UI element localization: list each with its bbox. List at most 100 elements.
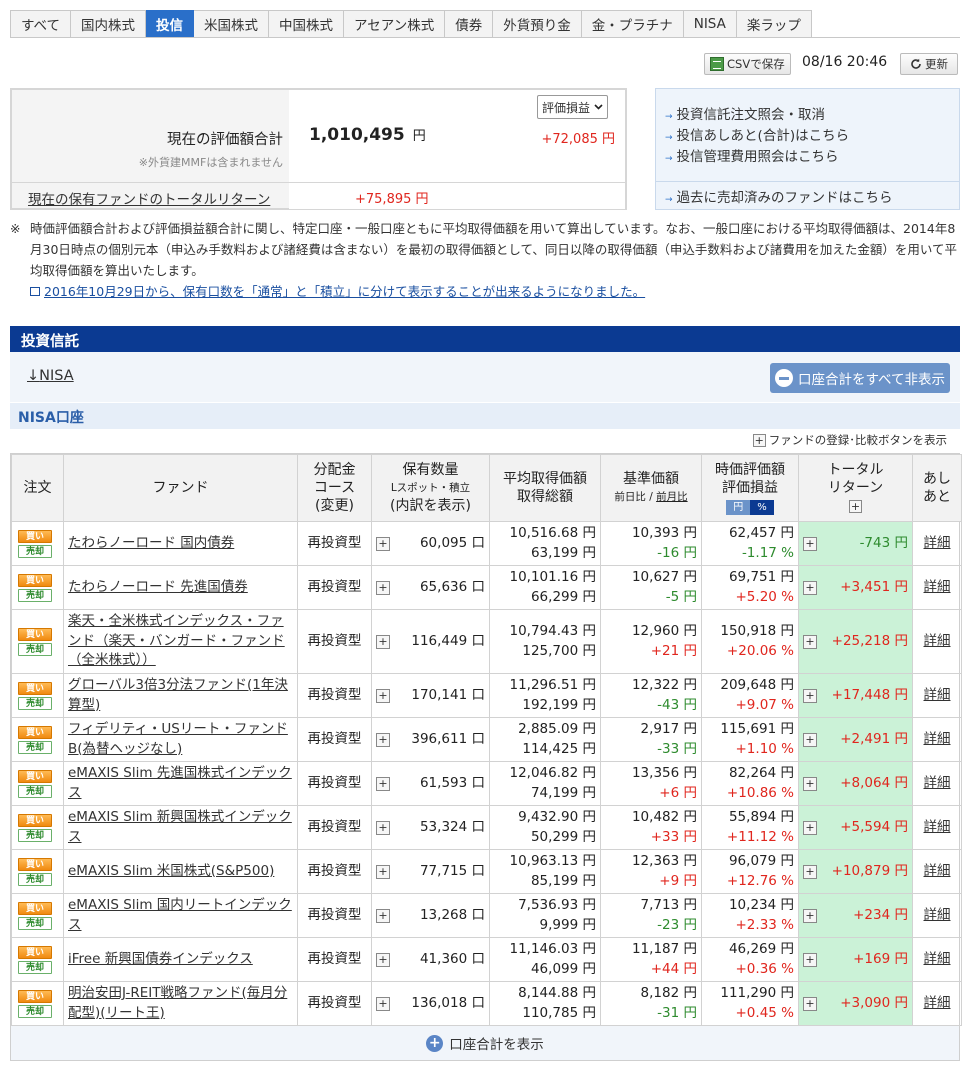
- sell-button[interactable]: 売却: [18, 916, 52, 930]
- expand-icon[interactable]: +: [803, 536, 817, 551]
- tab-7[interactable]: 外貨預り金: [493, 10, 582, 38]
- buy-button[interactable]: 買い: [18, 627, 52, 641]
- buy-button[interactable]: 買い: [18, 901, 52, 915]
- fund-name-link[interactable]: eMAXIS Slim 先進国株式インデックス: [68, 765, 292, 801]
- tab-4[interactable]: 中国株式: [269, 10, 345, 38]
- market-value-cell: 96,079 円 +12.76 %: [701, 849, 799, 894]
- expand-icon[interactable]: +: [376, 634, 390, 649]
- reload-button[interactable]: 更新: [900, 53, 958, 75]
- detail-link[interactable]: 詳細: [924, 819, 951, 835]
- expand-icon[interactable]: +: [376, 580, 390, 595]
- expand-icon[interactable]: +: [376, 908, 390, 923]
- expand-icon[interactable]: +: [803, 776, 817, 791]
- detail-link[interactable]: 詳細: [924, 951, 951, 967]
- expand-icon[interactable]: +: [376, 688, 390, 703]
- fund-register-toggle[interactable]: + ファンドの登録･比較ボタンを表示: [752, 432, 947, 448]
- fund-cell: たわらノーロード 国内債券: [63, 521, 298, 566]
- expand-icon[interactable]: +: [803, 688, 817, 703]
- detail-link[interactable]: 詳細: [924, 863, 951, 879]
- tab-3[interactable]: 米国株式: [194, 10, 270, 38]
- fee-inquiry-link[interactable]: → 投信管理費用照会はこちら: [665, 145, 839, 165]
- sell-button[interactable]: 売却: [18, 960, 52, 974]
- fund-name-link[interactable]: eMAXIS Slim 国内リートインデックス: [68, 897, 292, 933]
- expand-icon[interactable]: +: [803, 732, 817, 747]
- holding-split-link[interactable]: 2016年10月29日から、保有口数を「通常」と「積立」に分けて表示することが出…: [30, 281, 960, 302]
- tab-2[interactable]: 投信: [146, 10, 195, 38]
- tab-8[interactable]: 金・プラチナ: [581, 10, 684, 38]
- table-row: 買い 売却 eMAXIS Slim 新興国株式インデックス 再投資型 +53,3…: [11, 805, 962, 850]
- monthly-change-toggle[interactable]: 前月比: [656, 491, 688, 503]
- fund-name-link[interactable]: フィデリティ・USリート・ファンドB(為替ヘッジなし): [68, 721, 288, 757]
- total-valuation-label: 現在の評価額合計: [167, 132, 283, 148]
- fund-name-link[interactable]: グローバル3倍3分法ファンド(1年決算型): [68, 677, 288, 713]
- fund-name-link[interactable]: 楽天・全米株式インデックス・ファンド（楽天・バンガード・ファンド（全米株式））: [68, 613, 285, 668]
- fund-name-link[interactable]: たわらノーロード 先進国債券: [68, 579, 248, 595]
- fund-name-link[interactable]: eMAXIS Slim 新興国株式インデックス: [68, 809, 292, 845]
- buy-button[interactable]: 買い: [18, 725, 52, 739]
- sell-button[interactable]: 売却: [18, 544, 52, 558]
- expand-icon[interactable]: +: [803, 864, 817, 879]
- sell-button[interactable]: 売却: [18, 872, 52, 886]
- hide-all-totals-button[interactable]: 口座合計をすべて非表示: [770, 363, 950, 393]
- expand-icon[interactable]: +: [376, 820, 390, 835]
- detail-link[interactable]: 詳細: [924, 687, 951, 703]
- expand-icon[interactable]: +: [376, 864, 390, 879]
- expand-icon[interactable]: +: [803, 580, 817, 595]
- buy-button[interactable]: 買い: [18, 681, 52, 695]
- sell-button[interactable]: 売却: [18, 828, 52, 842]
- total-return-cell: + +3,090 円: [798, 981, 913, 1026]
- sell-button[interactable]: 売却: [18, 642, 52, 656]
- csv-save-button[interactable]: CSVで保存: [704, 53, 791, 75]
- fund-name-link[interactable]: たわらノーロード 国内債券: [68, 535, 234, 551]
- expand-icon[interactable]: +: [376, 536, 390, 551]
- tab-9[interactable]: NISA: [683, 10, 737, 38]
- expand-icon[interactable]: +: [376, 776, 390, 791]
- buy-button[interactable]: 買い: [18, 529, 52, 543]
- expand-icon[interactable]: +: [803, 996, 817, 1011]
- tab-10[interactable]: 楽ラップ: [736, 10, 812, 38]
- avg-price-cell: 7,536.93 円 9,999 円: [489, 893, 601, 938]
- avg-price-cell: 10,963.13 円 85,199 円: [489, 849, 601, 894]
- expand-icon[interactable]: +: [849, 500, 862, 513]
- fund-name-link[interactable]: iFree 新興国債券インデックス: [68, 951, 253, 967]
- fund-name-link[interactable]: 明治安田J-REIT戦略ファンド(毎月分配型)(リート王): [68, 985, 287, 1021]
- expand-icon[interactable]: +: [803, 908, 817, 923]
- tab-5[interactable]: アセアン株式: [344, 10, 446, 38]
- fund-name-link[interactable]: eMAXIS Slim 米国株式(S&P500): [68, 863, 274, 879]
- footprint-link[interactable]: → 投信あしあと(合計)はこちら: [665, 124, 849, 144]
- buy-button[interactable]: 買い: [18, 945, 52, 959]
- expand-icon[interactable]: +: [376, 952, 390, 967]
- sell-button[interactable]: 売却: [18, 696, 52, 710]
- show-totals-button[interactable]: + 口座合計を表示: [11, 1026, 959, 1060]
- expand-icon[interactable]: +: [803, 820, 817, 835]
- detail-link[interactable]: 詳細: [924, 633, 951, 649]
- expand-icon[interactable]: +: [376, 996, 390, 1011]
- unit-toggle[interactable]: 円%: [726, 500, 774, 516]
- expand-icon[interactable]: +: [803, 634, 817, 649]
- tab-1[interactable]: 国内株式: [71, 10, 147, 38]
- buy-button[interactable]: 買い: [18, 769, 52, 783]
- order-inquiry-link[interactable]: → 投資信託注文照会・取消: [665, 103, 825, 123]
- total-return-link[interactable]: 現在の保有ファンドのトータルリターン: [28, 188, 270, 208]
- sell-button[interactable]: 売却: [18, 740, 52, 754]
- buy-button[interactable]: 買い: [18, 813, 52, 827]
- nisa-anchor-link[interactable]: ↓NISA: [27, 368, 74, 384]
- expand-icon[interactable]: +: [376, 732, 390, 747]
- sell-button[interactable]: 売却: [18, 588, 52, 602]
- sold-funds-link[interactable]: → 過去に売却済みのファンドはこちら: [665, 186, 893, 206]
- detail-link[interactable]: 詳細: [924, 907, 951, 923]
- detail-link[interactable]: 詳細: [924, 535, 951, 551]
- detail-link[interactable]: 詳細: [924, 579, 951, 595]
- tab-0[interactable]: すべて: [10, 10, 72, 38]
- detail-link[interactable]: 詳細: [924, 775, 951, 791]
- buy-button[interactable]: 買い: [18, 989, 52, 1003]
- buy-button[interactable]: 買い: [18, 573, 52, 587]
- detail-link[interactable]: 詳細: [924, 731, 951, 747]
- expand-icon[interactable]: +: [803, 952, 817, 967]
- sell-button[interactable]: 売却: [18, 1004, 52, 1018]
- sell-button[interactable]: 売却: [18, 784, 52, 798]
- buy-button[interactable]: 買い: [18, 857, 52, 871]
- tab-6[interactable]: 債券: [445, 10, 494, 38]
- display-mode-select[interactable]: 評価損益: [537, 95, 609, 119]
- detail-link[interactable]: 詳細: [924, 995, 951, 1011]
